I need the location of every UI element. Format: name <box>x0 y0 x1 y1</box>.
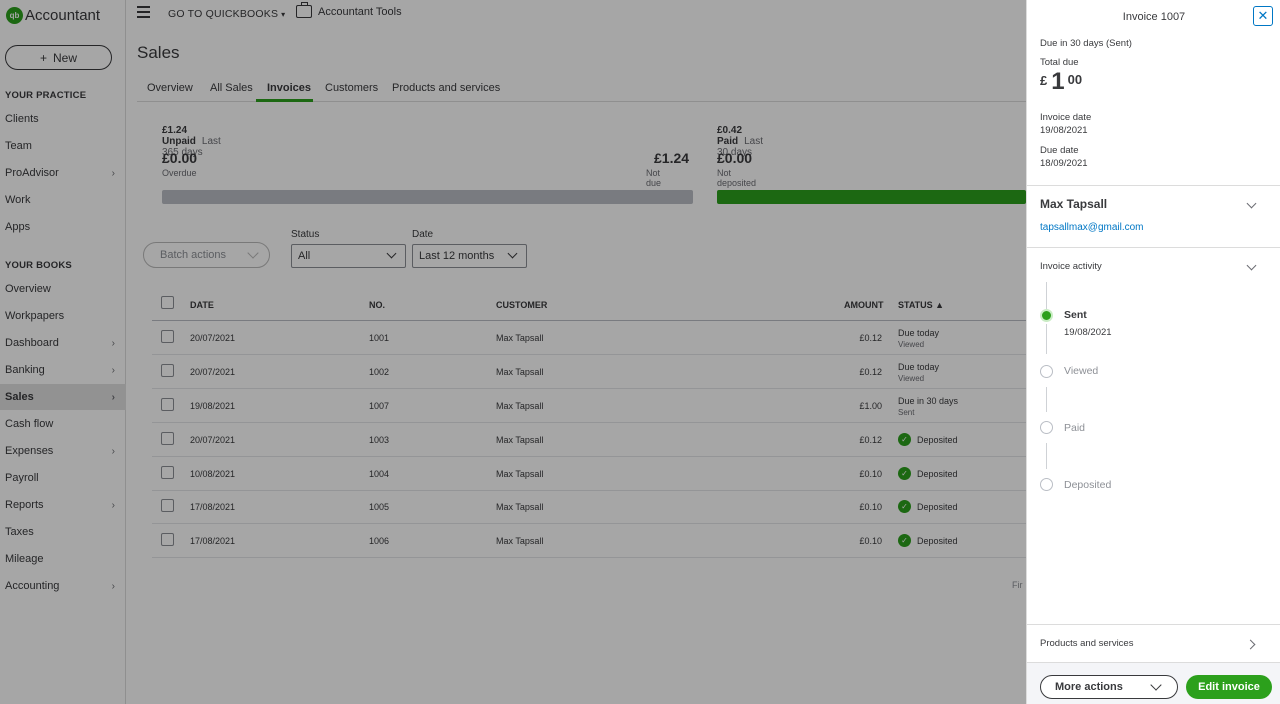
invoice-activity-label[interactable]: Invoice activity <box>1040 261 1102 272</box>
timeline-connector <box>1046 387 1047 412</box>
total-due-amount: £ 1 00 <box>1040 70 1082 94</box>
customer-name[interactable]: Max Tapsall <box>1040 197 1107 211</box>
edit-invoice-button[interactable]: Edit invoice <box>1186 675 1272 699</box>
timeline-connector <box>1046 324 1047 354</box>
timeline-label-sent: Sent <box>1064 309 1087 321</box>
timeline-connector <box>1046 282 1047 309</box>
products-and-services-link[interactable]: Products and services <box>1040 638 1133 649</box>
timeline-label-deposited: Deposited <box>1064 479 1112 491</box>
due-date-label: Due date <box>1040 145 1079 156</box>
more-actions-label: More actions <box>1055 681 1123 693</box>
more-actions-button[interactable]: More actions <box>1040 675 1178 699</box>
divider <box>1027 247 1280 248</box>
timeline-label-paid: Paid <box>1064 422 1086 434</box>
invoice-date-label: Invoice date <box>1040 112 1092 123</box>
timeline-connector <box>1046 443 1047 469</box>
chevron-down-icon[interactable] <box>1246 260 1257 271</box>
currency-symbol: £ <box>1040 73 1048 88</box>
timeline-dot-paid <box>1040 421 1053 434</box>
timeline-dot-deposited <box>1040 478 1053 491</box>
chevron-down-icon <box>1150 679 1162 691</box>
customer-email-link[interactable]: tapsallmax@gmail.com <box>1040 222 1144 233</box>
total-fraction: 00 <box>1067 72 1083 87</box>
due-date-value: 18/09/2021 <box>1040 158 1088 169</box>
due-status: Due in 30 days (Sent) <box>1040 38 1132 49</box>
timeline-date-sent: 19/08/2021 <box>1064 327 1112 338</box>
total-due-label: Total due <box>1040 57 1079 68</box>
modal-backdrop[interactable] <box>0 0 1026 704</box>
timeline-dot-viewed <box>1040 365 1053 378</box>
quickbooks-app: qb Accountant + New YOUR PRACTICE Client… <box>0 0 1280 704</box>
total-whole: 1 <box>1051 68 1065 95</box>
chevron-down-icon[interactable] <box>1246 198 1257 209</box>
close-icon[interactable]: ✕ <box>1253 6 1273 26</box>
drawer-title: Invoice 1007 <box>1122 11 1186 23</box>
chevron-right-icon[interactable] <box>1245 639 1256 650</box>
timeline-dot-sent <box>1040 309 1053 322</box>
divider <box>1027 624 1280 625</box>
timeline-label-viewed: Viewed <box>1064 365 1099 377</box>
invoice-date-value: 19/08/2021 <box>1040 125 1088 136</box>
invoice-drawer: Invoice 1007 ✕ Due in 30 days (Sent) Tot… <box>1026 0 1280 704</box>
divider <box>1027 185 1280 186</box>
drawer-footer: More actions Edit invoice <box>1027 662 1280 704</box>
